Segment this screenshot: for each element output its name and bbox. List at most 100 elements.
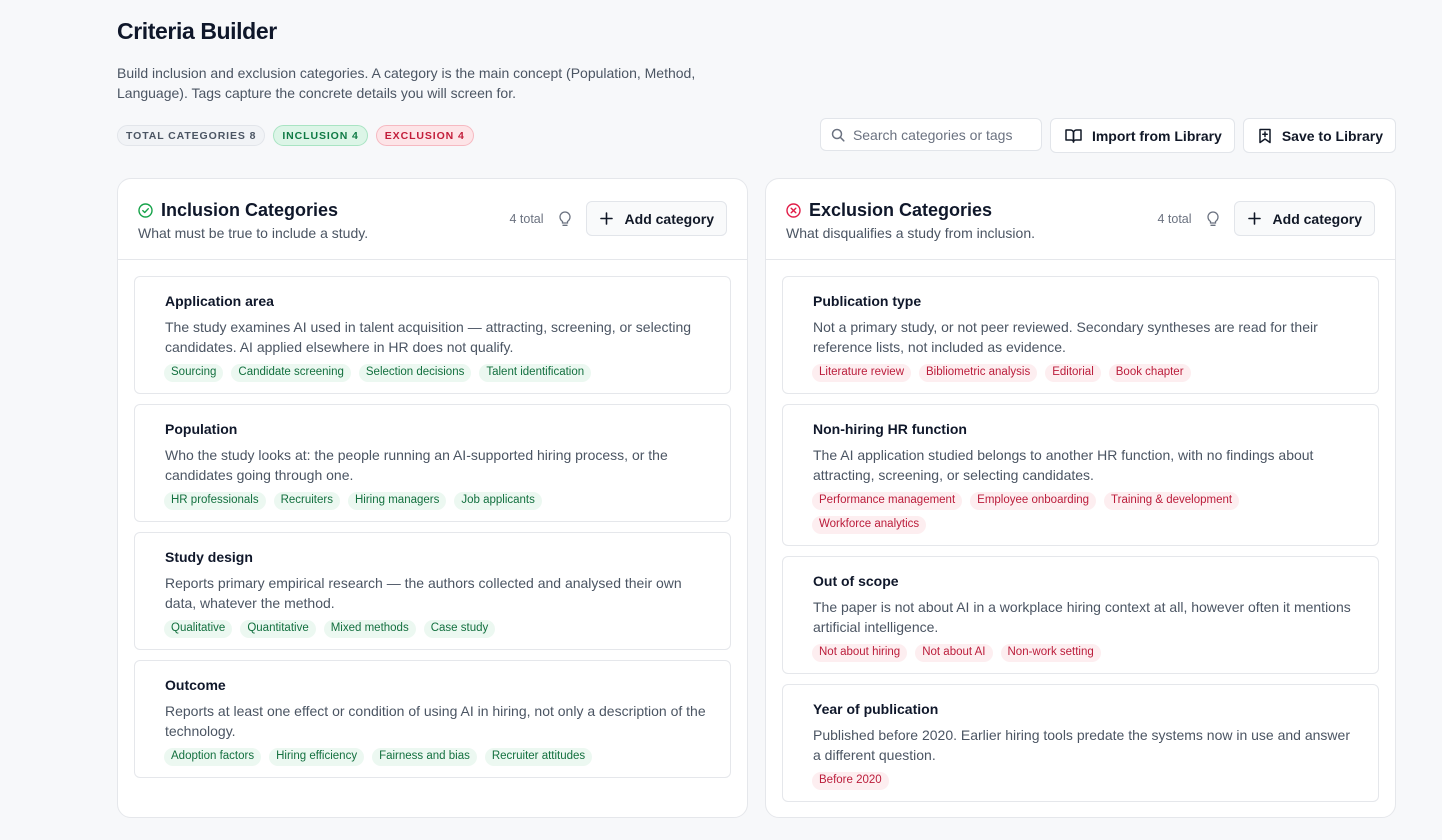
tag[interactable]: Bibliometric analysis xyxy=(919,364,1038,382)
tag[interactable]: HR professionals xyxy=(164,492,266,510)
tag-list: Qualitative Quantitative Mixed methods C… xyxy=(164,620,710,638)
category-card-outcome[interactable]: Outcome Reports at least one effect or c… xyxy=(134,660,731,778)
exclusion-count-badge: EXCLUSION 4 xyxy=(375,125,474,146)
tag[interactable]: Fairness and bias xyxy=(372,748,477,766)
exclusion-total-count: 4 total xyxy=(1157,211,1192,226)
total-categories-badge: TOTAL CATEGORIES 8 xyxy=(117,125,266,146)
inclusion-panel-header: Inclusion Categories What must be true t… xyxy=(118,179,747,260)
tag-list: Sourcing Candidate screening Selection d… xyxy=(164,364,710,382)
category-description: Who the study looks at: the people runni… xyxy=(165,447,668,483)
tag[interactable]: Editorial xyxy=(1045,364,1101,382)
tag[interactable]: Literature review xyxy=(812,364,912,382)
tag[interactable]: Not about hiring xyxy=(812,644,908,662)
category-card-study-design[interactable]: Study design Reports primary empirical r… xyxy=(134,532,731,650)
import-from-library-button[interactable]: Import from Library xyxy=(1049,118,1235,153)
tag[interactable]: Selection decisions xyxy=(358,364,472,382)
inclusion-panel: Inclusion Categories What must be true t… xyxy=(117,178,748,818)
save-to-library-button[interactable]: Save to Library xyxy=(1242,118,1396,153)
tag[interactable]: Not about AI xyxy=(915,644,993,662)
tag[interactable]: Non-work setting xyxy=(1000,644,1101,662)
page-title: Criteria Builder xyxy=(117,18,277,44)
add-category-label: Add category xyxy=(624,210,714,227)
category-description: The paper is not about AI in a workplace… xyxy=(813,599,1351,635)
tag[interactable]: Candidate screening xyxy=(231,364,351,382)
exclusion-title-row: Exclusion Categories xyxy=(786,200,992,221)
tag[interactable]: Hiring efficiency xyxy=(269,748,365,766)
category-title: Year of publication xyxy=(813,701,939,717)
tag[interactable]: Performance management xyxy=(812,492,963,510)
import-from-library-label: Import from Library xyxy=(1091,127,1222,144)
plus-icon xyxy=(599,212,613,225)
exclusion-panel: Exclusion Categories What disqualifies a… xyxy=(765,178,1396,818)
tag-list: Adoption factors Hiring efficiency Fairn… xyxy=(164,748,710,766)
category-title: Outcome xyxy=(165,677,226,693)
exclusion-panel-subtitle: What disqualifies a study from inclusion… xyxy=(786,225,1035,241)
tag-list: Literature review Bibliometric analysis … xyxy=(812,364,1358,382)
category-title: Non-hiring HR function xyxy=(813,421,967,437)
inclusion-total-count: 4 total xyxy=(509,211,544,226)
category-card-out-of-scope[interactable]: Out of scope The paper is not about AI i… xyxy=(782,556,1379,674)
category-title: Population xyxy=(165,421,238,437)
tag[interactable]: Hiring managers xyxy=(347,492,447,510)
category-card-year-of-publication[interactable]: Year of publication Published before 202… xyxy=(782,684,1379,802)
inclusion-panel-title: Inclusion Categories xyxy=(161,200,339,220)
tag[interactable]: Book chapter xyxy=(1108,364,1191,382)
tag[interactable]: Sourcing xyxy=(164,364,224,382)
tag-list: HR professionals Recruiters Hiring manag… xyxy=(164,492,710,510)
add-inclusion-category-button[interactable]: Add category xyxy=(585,201,727,236)
toolbar: Import from Library Save to Library xyxy=(819,118,1396,153)
inclusion-title-row: Inclusion Categories xyxy=(138,200,338,221)
search-box[interactable] xyxy=(819,118,1042,151)
stats-row: TOTAL CATEGORIES 8 INCLUSION 4 EXCLUSION… xyxy=(117,125,474,146)
plus-icon xyxy=(1247,212,1261,225)
inclusion-panel-actions: 4 total Add category xyxy=(509,201,727,236)
category-card-application-area[interactable]: Application area The study examines AI u… xyxy=(134,276,731,394)
add-category-label: Add category xyxy=(1272,210,1362,227)
category-description: Reports primary empirical research — the… xyxy=(165,575,682,611)
tag[interactable]: Recruiter attitudes xyxy=(484,748,593,766)
category-title: Application area xyxy=(165,293,274,309)
category-description: Published before 2020. Earlier hiring to… xyxy=(813,727,1350,763)
exclusion-panel-actions: 4 total Add category xyxy=(1157,201,1375,236)
category-card-publication-type[interactable]: Publication type Not a primary study, or… xyxy=(782,276,1379,394)
category-description: The study examines AI used in talent acq… xyxy=(165,319,692,355)
inclusion-count-badge: INCLUSION 4 xyxy=(273,125,368,146)
lightbulb-icon[interactable] xyxy=(1206,210,1220,227)
tag[interactable]: Quantitative xyxy=(240,620,316,638)
tag[interactable]: Mixed methods xyxy=(323,620,416,638)
tag[interactable]: Job applicants xyxy=(454,492,542,510)
category-card-population[interactable]: Population Who the study looks at: the p… xyxy=(134,404,731,522)
category-description: The AI application studied belongs to an… xyxy=(813,447,1314,483)
tag-list: Before 2020 xyxy=(812,772,1358,790)
add-exclusion-category-button[interactable]: Add category xyxy=(1233,201,1375,236)
tag[interactable]: Workforce analytics xyxy=(812,516,927,534)
x-circle-icon xyxy=(786,203,801,218)
exclusion-panel-title: Exclusion Categories xyxy=(809,200,993,220)
exclusion-panel-header: Exclusion Categories What disqualifies a… xyxy=(766,179,1395,260)
category-title: Publication type xyxy=(813,293,922,309)
search-input[interactable] xyxy=(852,126,1023,143)
save-to-library-label: Save to Library xyxy=(1281,127,1383,144)
tag[interactable]: Qualitative xyxy=(164,620,233,638)
tag-list: Performance management Employee onboardi… xyxy=(812,492,1358,534)
category-title: Out of scope xyxy=(813,573,899,589)
bookmark-icon xyxy=(1258,128,1272,144)
tag[interactable]: Talent identification xyxy=(479,364,592,382)
category-description: Not a primary study, or not peer reviewe… xyxy=(813,319,1318,355)
category-title: Study design xyxy=(165,549,253,565)
tag[interactable]: Adoption factors xyxy=(164,748,262,766)
category-description: Reports at least one effect or condition… xyxy=(165,703,706,739)
check-circle-icon xyxy=(138,203,153,218)
lightbulb-icon[interactable] xyxy=(558,210,572,227)
tag[interactable]: Before 2020 xyxy=(812,772,889,790)
inclusion-panel-subtitle: What must be true to include a study. xyxy=(138,225,369,241)
tag[interactable]: Case study xyxy=(423,620,496,638)
search-icon xyxy=(831,128,845,142)
tag[interactable]: Employee onboarding xyxy=(970,492,1097,510)
tag[interactable]: Recruiters xyxy=(273,492,340,510)
tag-list: Not about hiring Not about AI Non-work s… xyxy=(812,644,1358,662)
book-open-icon xyxy=(1065,128,1082,143)
category-card-non-hiring-hr-function[interactable]: Non-hiring HR function The AI applicatio… xyxy=(782,404,1379,546)
tag[interactable]: Training & development xyxy=(1104,492,1240,510)
page-subtitle: Build inclusion and exclusion categories… xyxy=(117,65,696,101)
